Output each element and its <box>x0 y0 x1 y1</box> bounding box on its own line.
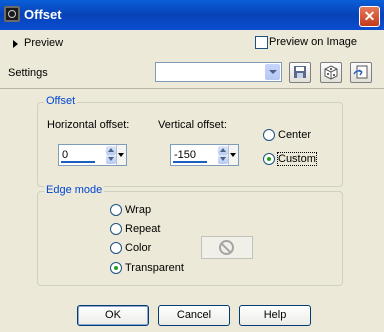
radio-transparent[interactable] <box>110 262 122 274</box>
center-label[interactable]: Center <box>278 129 311 141</box>
close-icon: ✕ <box>363 8 376 24</box>
custom-label[interactable]: Custom <box>277 152 317 166</box>
vertical-offset-label: Vertical offset: <box>158 119 227 131</box>
dice-icon <box>324 65 338 80</box>
horizontal-offset-input[interactable]: 0 <box>58 144 127 166</box>
transparent-label[interactable]: Transparent <box>125 262 184 274</box>
settings-dropdown[interactable] <box>155 62 282 82</box>
cancel-button-label: Cancel <box>176 309 212 321</box>
randomize-button[interactable] <box>320 62 342 83</box>
vertical-offset-dropdown-icon[interactable] <box>228 145 238 165</box>
horizontal-offset-value: 0 <box>62 149 69 161</box>
cancel-button[interactable]: Cancel <box>158 305 230 326</box>
horizontal-offset-slider-bar[interactable] <box>61 161 95 163</box>
no-color-icon <box>219 240 234 255</box>
ok-button[interactable]: OK <box>77 305 149 326</box>
vertical-offset-input[interactable]: -150 <box>170 144 239 166</box>
edge-mode-group: Edge mode <box>37 184 343 286</box>
floppy-disk-icon <box>294 66 306 78</box>
offset-group-title: Offset <box>44 95 78 107</box>
preview-row: Preview Preview on Image <box>0 31 384 55</box>
main-panel: Offset Horizontal offset: Vertical offse… <box>0 88 384 299</box>
expand-preview-icon[interactable] <box>13 40 18 48</box>
radio-wrap[interactable] <box>110 204 122 216</box>
title-bar[interactable]: Offset ✕ <box>0 0 384 30</box>
settings-label: Settings <box>8 67 48 79</box>
radio-custom[interactable] <box>263 153 275 165</box>
repeat-label[interactable]: Repeat <box>125 223 160 235</box>
help-button[interactable]: Help <box>239 305 311 326</box>
chevron-down-icon[interactable] <box>265 64 280 80</box>
app-icon <box>4 6 20 22</box>
help-button-label: Help <box>263 309 287 321</box>
ok-button-label: OK <box>105 309 121 321</box>
horizontal-offset-label: Horizontal offset: <box>47 119 130 131</box>
reset-defaults-icon <box>353 65 368 79</box>
horizontal-offset-stepper[interactable] <box>106 146 116 164</box>
vertical-offset-stepper[interactable] <box>218 146 228 164</box>
radio-center[interactable] <box>263 129 275 141</box>
vertical-offset-value: -150 <box>174 149 197 161</box>
close-button[interactable]: ✕ <box>359 6 380 27</box>
vertical-offset-slider-bar[interactable] <box>173 161 207 163</box>
window-title: Offset <box>24 7 62 22</box>
save-preset-button[interactable] <box>289 62 311 83</box>
edge-mode-group-title: Edge mode <box>44 184 105 196</box>
color-swatch[interactable] <box>201 236 253 259</box>
offset-dialog: Offset ✕ Preview Preview on Image Settin… <box>0 0 384 332</box>
settings-row: Settings <box>0 57 384 87</box>
preview-on-image-checkbox[interactable] <box>255 36 268 49</box>
preview-on-image-label[interactable]: Preview on Image <box>269 36 357 48</box>
preview-label[interactable]: Preview <box>24 37 63 49</box>
radio-color[interactable] <box>110 242 122 254</box>
color-label[interactable]: Color <box>125 242 151 254</box>
wrap-label[interactable]: Wrap <box>125 204 151 216</box>
radio-repeat[interactable] <box>110 223 122 235</box>
horizontal-offset-dropdown-icon[interactable] <box>116 145 126 165</box>
reset-button[interactable] <box>350 62 372 83</box>
